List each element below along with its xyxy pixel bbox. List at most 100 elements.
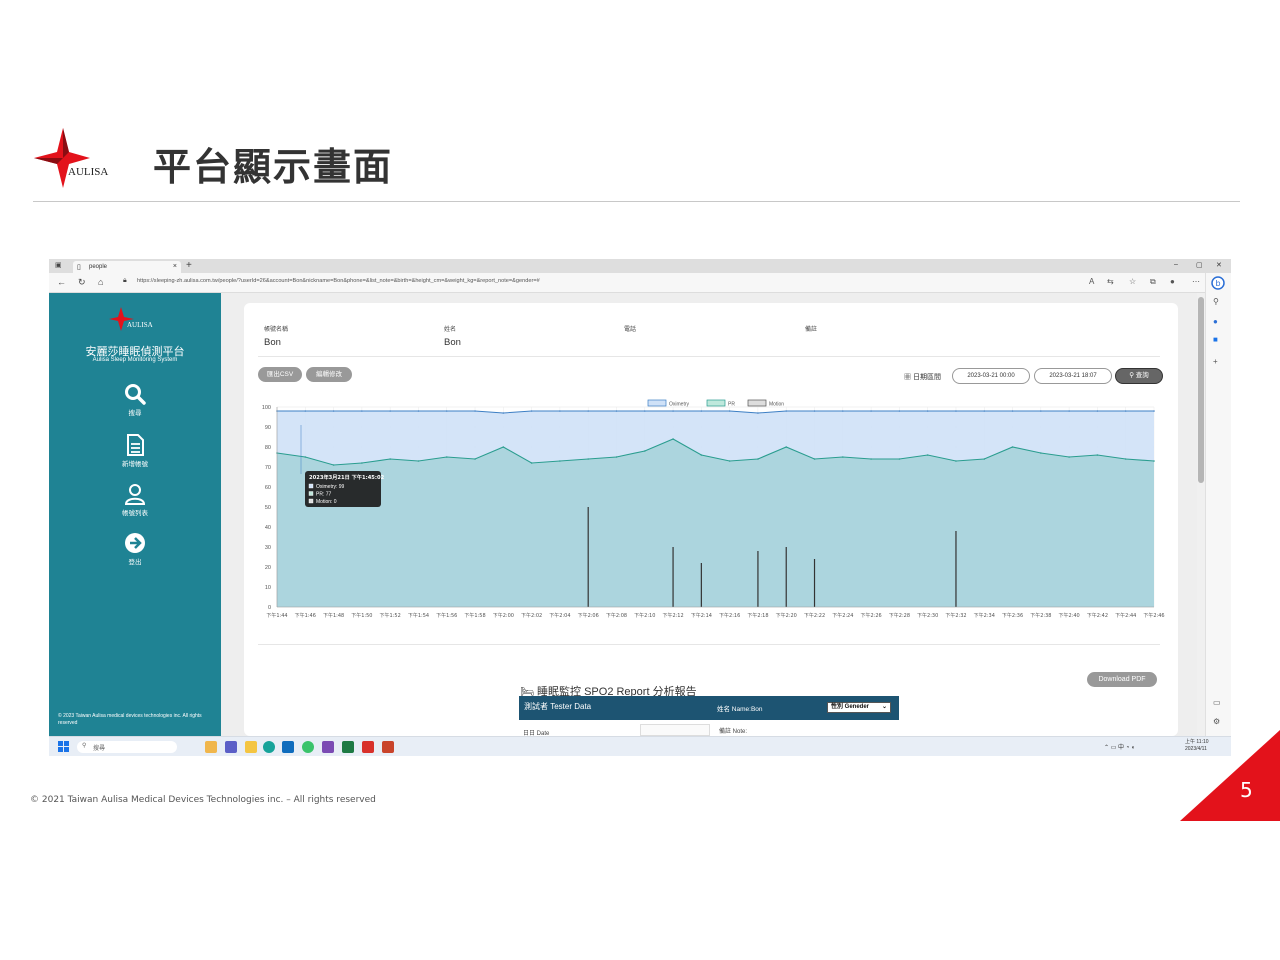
- home-icon[interactable]: ⌂: [98, 277, 103, 287]
- pr-point: [955, 460, 957, 462]
- oximetry-point: [474, 410, 476, 412]
- pr-point: [1068, 456, 1070, 458]
- more-icon[interactable]: ⋯: [1192, 277, 1200, 286]
- pr-point: [1040, 452, 1042, 454]
- pr-point: [361, 462, 363, 464]
- pr-point: [502, 446, 505, 448]
- slide-title: 平台顯示畫面: [153, 145, 394, 189]
- powerpoint-icon[interactable]: [382, 741, 394, 753]
- gender-select[interactable]: 性別 Geneder ⌄: [827, 702, 891, 713]
- collections-icon[interactable]: ⧉: [1150, 277, 1156, 287]
- sidebar-item-label: 搜尋: [128, 410, 142, 417]
- pr-point: [445, 456, 448, 458]
- excel-icon[interactable]: [342, 741, 354, 753]
- maximize-icon[interactable]: ▢: [1196, 261, 1203, 269]
- bing-icon[interactable]: b: [1211, 276, 1225, 290]
- x-tick-label: 下午1:50: [351, 612, 372, 619]
- refresh-icon[interactable]: ↻: [78, 277, 86, 288]
- pr-area: [277, 439, 1154, 607]
- minimize-icon[interactable]: –: [1174, 261, 1178, 268]
- chat-icon[interactable]: [225, 741, 237, 753]
- chart: 0 10 20 30 40 50 60 70 80 90 100 下午1:44 下午1:46 下午1:48…: [262, 399, 1165, 619]
- y-tick-label: 90: [265, 425, 271, 431]
- tooltip-swatch: [308, 491, 314, 496]
- edge-icon[interactable]: [263, 741, 275, 753]
- x-tick-label: 下午1:46: [295, 612, 316, 619]
- sidebar-item-label: 登出: [128, 559, 142, 566]
- x-tick-label: 下午2:02: [521, 612, 542, 619]
- read-aloud-icon[interactable]: A: [1089, 277, 1094, 286]
- oximetry-point: [700, 410, 703, 412]
- sidebar-item-account-list[interactable]: 帳號列表: [105, 483, 165, 517]
- lock-icon: 🔒︎: [123, 277, 127, 284]
- x-tick-label: 下午2:00: [493, 612, 514, 619]
- copyright-notice: © 2021 Taiwan Aulisa Medical Devices Tec…: [30, 795, 376, 805]
- query-button[interactable]: ⚲ 查詢: [1115, 368, 1163, 384]
- page-corner-triangle: [1180, 730, 1280, 821]
- start-date-input[interactable]: 2023-03-21 00:00: [952, 368, 1030, 384]
- taskbar-search[interactable]: ⚲ 搜尋: [77, 741, 177, 753]
- sidebar: AULISA 安麗莎睡眠偵測平台 Aulisa Sleep Monitoring…: [49, 293, 221, 736]
- tab-actions-icon[interactable]: ▣: [55, 261, 62, 269]
- report-note-label: 備註 Note:: [719, 729, 748, 735]
- new-tab-icon[interactable]: +: [186, 260, 192, 271]
- add-icon[interactable]: +: [1213, 357, 1218, 366]
- y-tick-label: 80: [265, 445, 271, 451]
- oximetry-point: [926, 410, 929, 412]
- y-tick-label: 0: [268, 605, 271, 611]
- outlook-app-icon[interactable]: [282, 741, 294, 753]
- acrobat-icon[interactable]: [362, 741, 374, 753]
- page-icon: ▯: [77, 264, 81, 271]
- download-pdf-button[interactable]: Download PDF: [1087, 672, 1157, 687]
- end-date-input[interactable]: 2023-03-21 18:07: [1034, 368, 1112, 384]
- x-tick-label: 下午2:08: [606, 612, 627, 619]
- pr-point: [1124, 458, 1127, 460]
- x-tick-label: 下午2:28: [889, 612, 910, 619]
- shopping-icon[interactable]: ●: [1213, 317, 1218, 326]
- outlook-icon[interactable]: ■: [1213, 335, 1218, 344]
- weather-icon[interactable]: [205, 741, 217, 753]
- oximetry-point: [445, 410, 448, 412]
- window-close-icon[interactable]: ✕: [1216, 261, 1222, 269]
- edit-button[interactable]: 編輯修改: [306, 367, 352, 382]
- x-tick-label: 下午2:40: [1059, 612, 1080, 619]
- x-tick-label: 下午2:16: [719, 612, 740, 619]
- back-icon[interactable]: ←: [57, 277, 66, 287]
- report-header: 測試者 Tester Data 姓名 Name:Bon 性別 Geneder ⌄: [519, 696, 899, 720]
- browser-tab[interactable]: ▯ people ×: [73, 261, 181, 273]
- sidebar-item-search[interactable]: 搜尋: [105, 383, 165, 417]
- translate-icon[interactable]: ⇆: [1107, 277, 1114, 286]
- gear-icon[interactable]: ⚙: [1213, 717, 1220, 726]
- url-field[interactable]: https://sleeping-zh.aulisa.com.tw/people…: [137, 278, 540, 284]
- oximetry-point: [1153, 410, 1155, 412]
- visual-studio-icon[interactable]: [322, 741, 334, 753]
- search-icon: ⚲: [82, 743, 87, 749]
- oximetry-point: [955, 410, 957, 412]
- system-tray[interactable]: ⌃ ▭ 中 ◔ ◖: [1104, 742, 1135, 751]
- pr-point: [1011, 446, 1014, 448]
- page-number: 5: [1240, 778, 1253, 802]
- favorite-icon[interactable]: ☆: [1129, 277, 1136, 286]
- line-icon[interactable]: [302, 741, 314, 753]
- y-tick-label: 70: [265, 465, 271, 471]
- pr-point: [332, 464, 335, 466]
- folder-icon[interactable]: [245, 741, 257, 753]
- sidebar-item-logout[interactable]: 登出: [105, 532, 165, 566]
- windows-icon[interactable]: [58, 741, 69, 752]
- search-icon[interactable]: ⚲: [1213, 297, 1219, 306]
- sidebar-logo: AULISA: [109, 307, 153, 331]
- profile-icon[interactable]: ●: [1170, 277, 1175, 286]
- sidebar-item-add-account[interactable]: 新增帳號: [105, 434, 165, 468]
- pr-point: [1153, 460, 1155, 462]
- export-csv-button[interactable]: 匯出CSV: [258, 367, 302, 382]
- scroll-thumb[interactable]: [1198, 297, 1204, 483]
- sidebar-toggle-icon[interactable]: ▭: [1213, 698, 1221, 707]
- tester-label: 測試者 Tester Data: [524, 702, 592, 711]
- y-tick-label: 10: [265, 585, 271, 591]
- close-icon[interactable]: ×: [173, 263, 177, 270]
- date-range-label: ▦ 日期區間: [904, 374, 941, 381]
- header-divider: [33, 201, 1240, 202]
- svg-text:b: b: [1216, 279, 1221, 288]
- date-input-box[interactable]: [640, 724, 710, 736]
- scrollbar[interactable]: [1197, 293, 1205, 736]
